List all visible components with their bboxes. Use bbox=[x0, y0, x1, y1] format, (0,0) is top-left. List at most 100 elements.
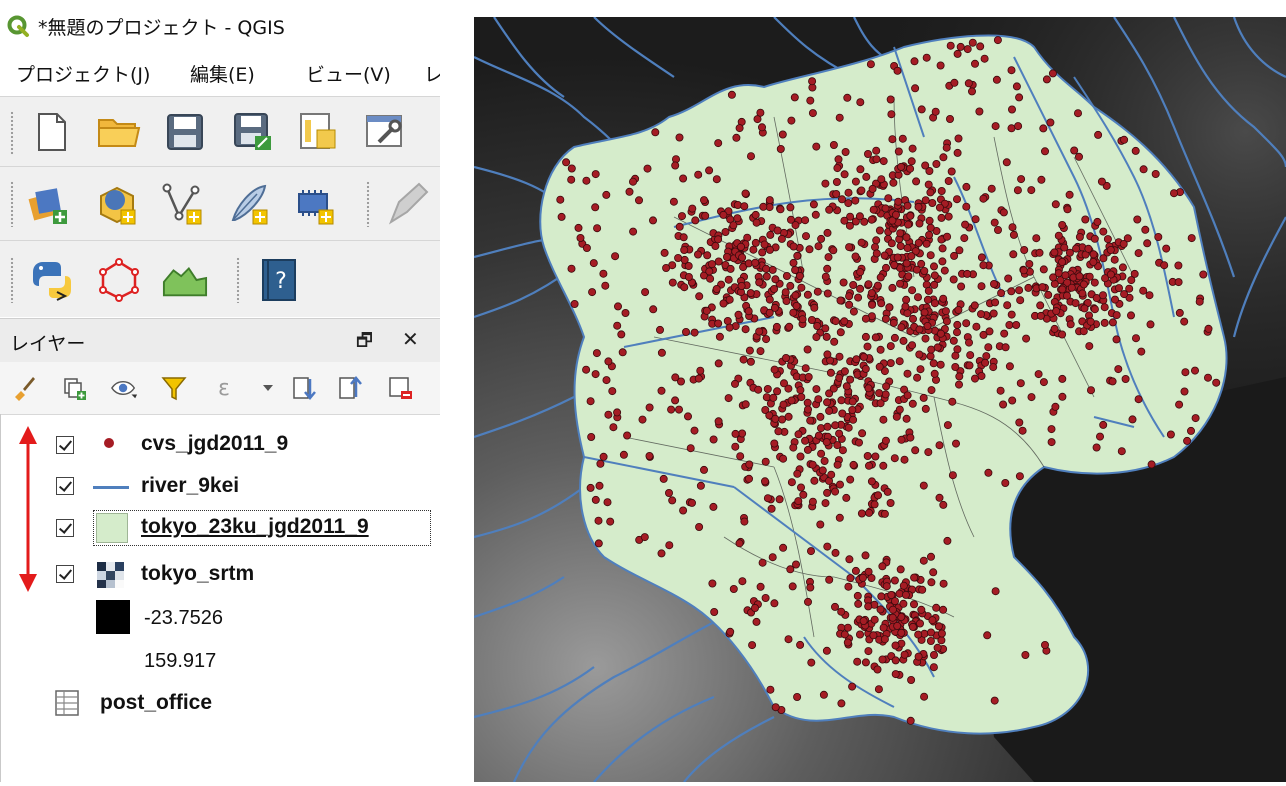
toolbar-grip[interactable] bbox=[10, 257, 14, 303]
save-as-icon[interactable] bbox=[230, 109, 276, 155]
cvs-point bbox=[1137, 347, 1146, 356]
manage-map-themes-icon[interactable] bbox=[110, 374, 138, 402]
layer-visibility-checkbox[interactable] bbox=[56, 565, 74, 583]
menu-view[interactable]: ビュー(V) bbox=[306, 60, 391, 87]
cvs-point bbox=[602, 376, 611, 385]
cvs-point bbox=[638, 415, 647, 424]
remove-layer-icon[interactable] bbox=[386, 374, 414, 402]
cvs-point bbox=[736, 452, 745, 461]
cvs-point bbox=[887, 239, 896, 248]
cvs-point bbox=[781, 288, 790, 297]
toolbar-grip[interactable] bbox=[366, 181, 370, 227]
cvs-point bbox=[696, 366, 705, 375]
new-project-icon[interactable] bbox=[28, 109, 74, 155]
cvs-point bbox=[1050, 248, 1059, 257]
cvs-point bbox=[812, 142, 821, 151]
cvs-point bbox=[1019, 266, 1028, 275]
menu-project[interactable]: プロジェクト(J) bbox=[16, 60, 150, 87]
menu-edit[interactable]: 編集(E) bbox=[190, 60, 255, 87]
cvs-point bbox=[765, 196, 774, 205]
close-panel-icon[interactable]: ✕ bbox=[402, 327, 419, 351]
data-source-manager-icon[interactable] bbox=[26, 181, 72, 227]
cvs-point bbox=[991, 122, 1000, 131]
cvs-point bbox=[695, 522, 704, 531]
cvs-point bbox=[848, 405, 857, 414]
cvs-point bbox=[679, 174, 688, 183]
cvs-point bbox=[921, 404, 930, 413]
save-project-icon[interactable] bbox=[162, 109, 208, 155]
layer-visibility-checkbox[interactable] bbox=[56, 477, 74, 495]
collapse-all-icon[interactable] bbox=[336, 374, 364, 402]
cvs-point bbox=[896, 242, 905, 251]
cvs-point bbox=[823, 228, 832, 237]
cvs-point bbox=[771, 275, 780, 284]
cvs-point bbox=[895, 589, 904, 598]
toolbar-grip[interactable] bbox=[10, 111, 14, 155]
cvs-point bbox=[1093, 217, 1102, 226]
new-print-layout-icon[interactable] bbox=[294, 109, 340, 155]
cvs-point bbox=[963, 45, 972, 54]
cvs-point bbox=[957, 282, 966, 291]
new-temporary-layer-icon[interactable] bbox=[226, 181, 272, 227]
profile-tool-icon[interactable] bbox=[162, 257, 208, 303]
cvs-point bbox=[854, 599, 863, 608]
cvs-point bbox=[983, 631, 992, 640]
cvs-point bbox=[843, 638, 852, 647]
cvs-point bbox=[918, 585, 927, 594]
new-geopackage-icon[interactable] bbox=[94, 181, 140, 227]
map-canvas[interactable] bbox=[473, 16, 1286, 783]
cvs-point bbox=[594, 539, 603, 548]
toolbar-grip[interactable] bbox=[236, 257, 240, 303]
cvs-point bbox=[838, 409, 847, 418]
add-group-icon[interactable] bbox=[60, 374, 88, 402]
cvs-point bbox=[840, 367, 849, 376]
polygon-tool-icon[interactable] bbox=[96, 257, 142, 303]
cvs-point bbox=[724, 275, 733, 284]
cvs-point bbox=[861, 364, 870, 373]
filter-legend-icon[interactable] bbox=[160, 374, 188, 402]
help-icon[interactable]: ? bbox=[256, 257, 302, 303]
cvs-point bbox=[990, 696, 999, 705]
python-console-icon[interactable] bbox=[28, 257, 74, 303]
cvs-point bbox=[751, 258, 760, 267]
cvs-point bbox=[806, 416, 815, 425]
cvs-point bbox=[1128, 415, 1137, 424]
toolbar-grip[interactable] bbox=[10, 181, 14, 227]
cvs-point bbox=[749, 245, 758, 254]
cvs-point bbox=[823, 289, 832, 298]
cvs-point bbox=[763, 494, 772, 503]
float-panel-icon[interactable]: 🗗 bbox=[356, 328, 373, 358]
cvs-point bbox=[941, 307, 950, 316]
layer-visibility-checkbox[interactable] bbox=[56, 519, 74, 537]
cvs-point bbox=[791, 291, 800, 300]
dropdown-arrow-icon[interactable] bbox=[254, 374, 282, 402]
cvs-point bbox=[1134, 395, 1143, 404]
new-virtual-layer-icon[interactable] bbox=[292, 181, 338, 227]
cvs-point bbox=[789, 258, 798, 267]
cvs-point bbox=[933, 343, 942, 352]
cvs-point bbox=[896, 565, 905, 574]
cvs-point bbox=[803, 290, 812, 299]
new-shapefile-icon[interactable] bbox=[160, 181, 206, 227]
cvs-point bbox=[779, 379, 788, 388]
cvs-point bbox=[861, 332, 870, 341]
cvs-point bbox=[1180, 387, 1189, 396]
menu-layer[interactable]: レ bbox=[424, 60, 440, 87]
expand-all-icon[interactable] bbox=[290, 374, 318, 402]
cvs-point bbox=[805, 245, 814, 254]
cvs-point bbox=[714, 139, 723, 148]
cvs-point bbox=[1005, 320, 1014, 329]
cvs-point bbox=[864, 461, 873, 470]
cvs-point bbox=[1047, 425, 1056, 434]
cvs-point bbox=[1061, 271, 1070, 280]
cvs-point bbox=[1046, 118, 1055, 127]
style-manager-icon[interactable] bbox=[362, 109, 408, 155]
cvs-point bbox=[1112, 311, 1121, 320]
cvs-point bbox=[921, 196, 930, 205]
cvs-point bbox=[923, 295, 932, 304]
cvs-point bbox=[870, 615, 879, 624]
layer-visibility-checkbox[interactable] bbox=[56, 436, 74, 454]
open-project-icon[interactable] bbox=[96, 109, 142, 155]
style-brush-icon[interactable] bbox=[10, 374, 38, 402]
cvs-point bbox=[741, 189, 750, 198]
